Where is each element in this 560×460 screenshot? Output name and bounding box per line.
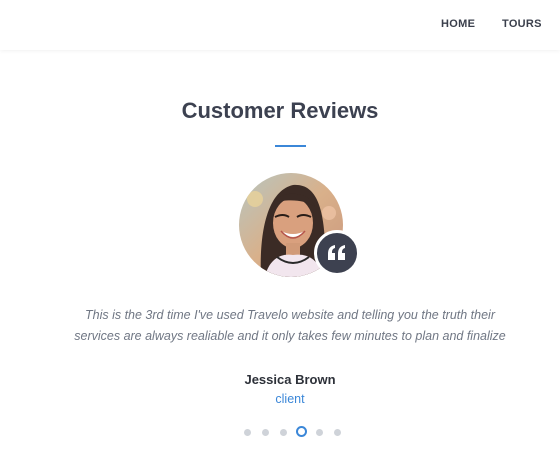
- carousel-dot[interactable]: [296, 426, 307, 437]
- carousel-dot[interactable]: [334, 429, 341, 436]
- carousel-dot[interactable]: [244, 429, 251, 436]
- title-divider: [275, 145, 306, 147]
- carousel-dot[interactable]: [316, 429, 323, 436]
- nav-home-link[interactable]: HOME: [441, 18, 475, 30]
- review-quote-text: This is the 3rd time I've used Travelo w…: [74, 308, 506, 343]
- section-title: Customer Reviews: [181, 98, 379, 123]
- quote-icon: [314, 230, 360, 276]
- reviewer-name: Jessica Brown: [244, 372, 336, 387]
- nav-tours-link[interactable]: TOURS: [502, 18, 542, 30]
- carousel-dot[interactable]: [280, 429, 287, 436]
- quote-glyph: [328, 245, 345, 260]
- reviewer-role: client: [275, 392, 305, 406]
- top-navigation-bar: HOME TOURS: [0, 0, 560, 50]
- carousel-pagination: [0, 426, 560, 440]
- carousel-dot[interactable]: [262, 429, 269, 436]
